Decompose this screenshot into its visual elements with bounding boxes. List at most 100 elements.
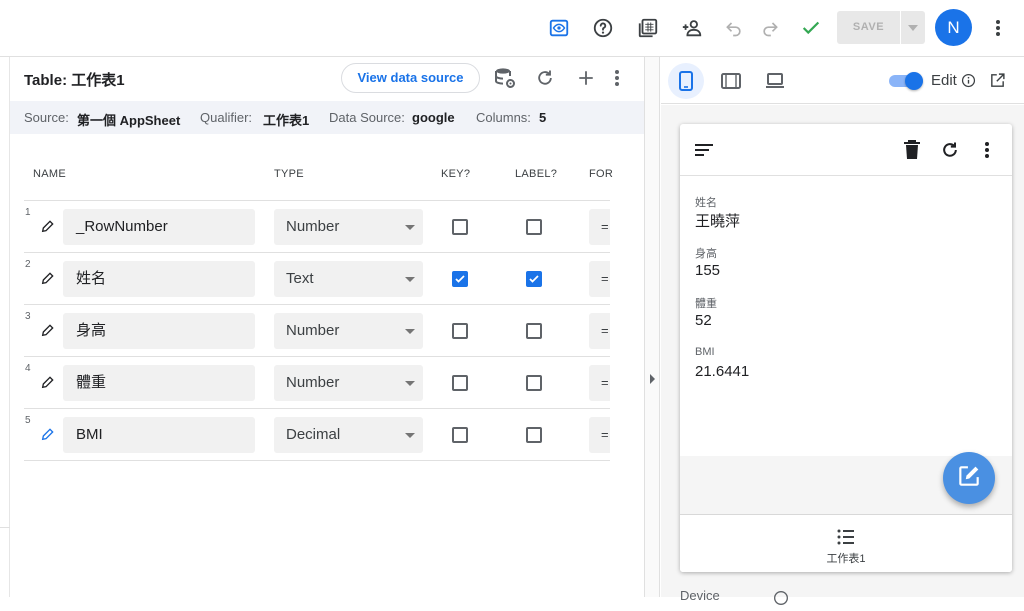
share-user-icon[interactable]: [680, 16, 704, 40]
help-icon[interactable]: [591, 16, 615, 40]
columns-value: 5: [539, 110, 547, 125]
row-number: 5: [25, 415, 31, 426]
delete-icon[interactable]: [900, 138, 924, 162]
table-title: Table: 工作表1: [24, 72, 125, 89]
column-name-input[interactable]: 體重: [63, 365, 255, 401]
header-type: TYPE: [274, 168, 304, 180]
label-checkbox[interactable]: [526, 323, 542, 339]
device-label: Device: [680, 588, 720, 603]
key-checkbox[interactable]: [452, 323, 468, 339]
formula-input[interactable]: =: [589, 365, 610, 401]
phone-refresh-icon[interactable]: [938, 138, 962, 162]
table-row: 2 姓名 Text =: [24, 252, 610, 304]
edit-label: Edit: [931, 72, 957, 89]
table-row: 5 BMI Decimal =: [24, 408, 610, 460]
source-label: Source:: [24, 110, 69, 125]
phone-more-vert-icon[interactable]: [975, 138, 999, 162]
column-headers: NAME TYPE KEY? LABEL? FOR: [0, 166, 614, 186]
formula-input[interactable]: =: [589, 313, 610, 349]
field-label-bmi: BMI: [695, 346, 715, 358]
column-type-select[interactable]: Number: [274, 209, 423, 245]
open-external-icon[interactable]: [989, 72, 1007, 90]
key-checkbox[interactable]: [452, 219, 468, 235]
field-value-bmi: 21.6441: [695, 363, 750, 380]
edit-toggle[interactable]: [889, 72, 923, 90]
dropdown-caret-icon: [405, 433, 415, 438]
table-more-vert-icon[interactable]: [605, 66, 629, 90]
datasource-label: Data Source:: [329, 110, 405, 125]
more-vert-icon[interactable]: [986, 16, 1010, 40]
field-value-name: 王曉萍: [695, 213, 741, 230]
label-checkbox[interactable]: [526, 219, 542, 235]
formula-input[interactable]: =: [589, 209, 610, 245]
edit-pencil-icon[interactable]: [40, 322, 56, 338]
column-type-select[interactable]: Text: [274, 261, 423, 297]
sort-menu-icon[interactable]: [692, 138, 716, 162]
source-value: 第一個 AppSheet: [77, 113, 181, 128]
refresh-icon[interactable]: [533, 66, 557, 90]
field-label-weight: 體重: [695, 298, 717, 310]
edit-fab-button[interactable]: [943, 452, 995, 504]
label-checkbox[interactable]: [526, 271, 542, 287]
nav-item-sheet[interactable]: 工作表1: [806, 521, 886, 567]
row-number: 3: [25, 311, 31, 322]
gallery-icon[interactable]: [636, 16, 660, 40]
column-name-input[interactable]: BMI: [63, 417, 255, 453]
key-checkbox[interactable]: [452, 375, 468, 391]
column-name-input[interactable]: 身高: [63, 313, 255, 349]
save-button[interactable]: SAVE: [837, 11, 925, 44]
table-row: 1 _RowNumber Number =: [24, 200, 610, 252]
edit-note-icon: [956, 463, 982, 494]
avatar[interactable]: N: [935, 9, 972, 46]
header-key: KEY?: [441, 168, 471, 180]
save-button-label: SAVE: [852, 21, 885, 33]
columns-label: Columns:: [476, 110, 531, 125]
column-name-input[interactable]: 姓名: [63, 261, 255, 297]
qualifier-label: Qualifier:: [200, 110, 253, 125]
header-name: NAME: [33, 168, 66, 180]
column-type-select[interactable]: Decimal: [274, 417, 423, 453]
check-icon[interactable]: [799, 16, 823, 40]
column-type-select[interactable]: Number: [274, 365, 423, 401]
key-checkbox[interactable]: [452, 427, 468, 443]
save-dropdown-icon[interactable]: [901, 11, 925, 44]
formula-input[interactable]: =: [589, 261, 610, 297]
tablet-view-icon[interactable]: [713, 63, 749, 99]
edit-pencil-icon[interactable]: [40, 374, 56, 390]
field-value-weight: 52: [695, 312, 712, 329]
table-info-bar: Source: 第一個 AppSheet Qualifier: 工作表1 Dat…: [10, 101, 644, 134]
database-settings-icon[interactable]: [493, 66, 517, 90]
mobile-view-icon[interactable]: [668, 63, 704, 99]
panel-splitter[interactable]: [644, 57, 660, 597]
header-label: LABEL?: [515, 168, 558, 180]
preview-icon[interactable]: [547, 16, 571, 40]
row-number: 4: [25, 363, 31, 374]
edit-pencil-icon[interactable]: [40, 426, 56, 442]
desktop-view-icon[interactable]: [757, 63, 793, 99]
column-type-value: Text: [286, 270, 314, 287]
view-data-source-button[interactable]: View data source: [341, 63, 480, 93]
expand-arrow-icon[interactable]: [650, 374, 655, 384]
column-type-value: Number: [286, 218, 340, 235]
undo-icon[interactable]: [722, 16, 746, 40]
label-checkbox[interactable]: [526, 375, 542, 391]
edit-pencil-icon[interactable]: [40, 270, 56, 286]
label-checkbox[interactable]: [526, 427, 542, 443]
edit-pencil-icon[interactable]: [40, 218, 56, 234]
dropdown-caret-icon: [405, 381, 415, 386]
list-icon: [834, 525, 858, 549]
column-name-input[interactable]: _RowNumber: [63, 209, 255, 245]
device-info-icon[interactable]: [773, 590, 789, 606]
column-type-select[interactable]: Number: [274, 313, 423, 349]
row-number: 1: [25, 207, 31, 218]
formula-input[interactable]: =: [589, 417, 610, 453]
field-label-name: 姓名: [695, 197, 717, 209]
column-type-value: Decimal: [286, 426, 341, 443]
info-icon[interactable]: [961, 73, 977, 89]
preview-toolbar: Edit: [661, 57, 1024, 104]
key-checkbox[interactable]: [452, 271, 468, 287]
column-type-value: Number: [286, 322, 340, 339]
add-icon[interactable]: [574, 66, 598, 90]
header-formula: FOR: [589, 168, 614, 180]
redo-icon[interactable]: [758, 16, 782, 40]
